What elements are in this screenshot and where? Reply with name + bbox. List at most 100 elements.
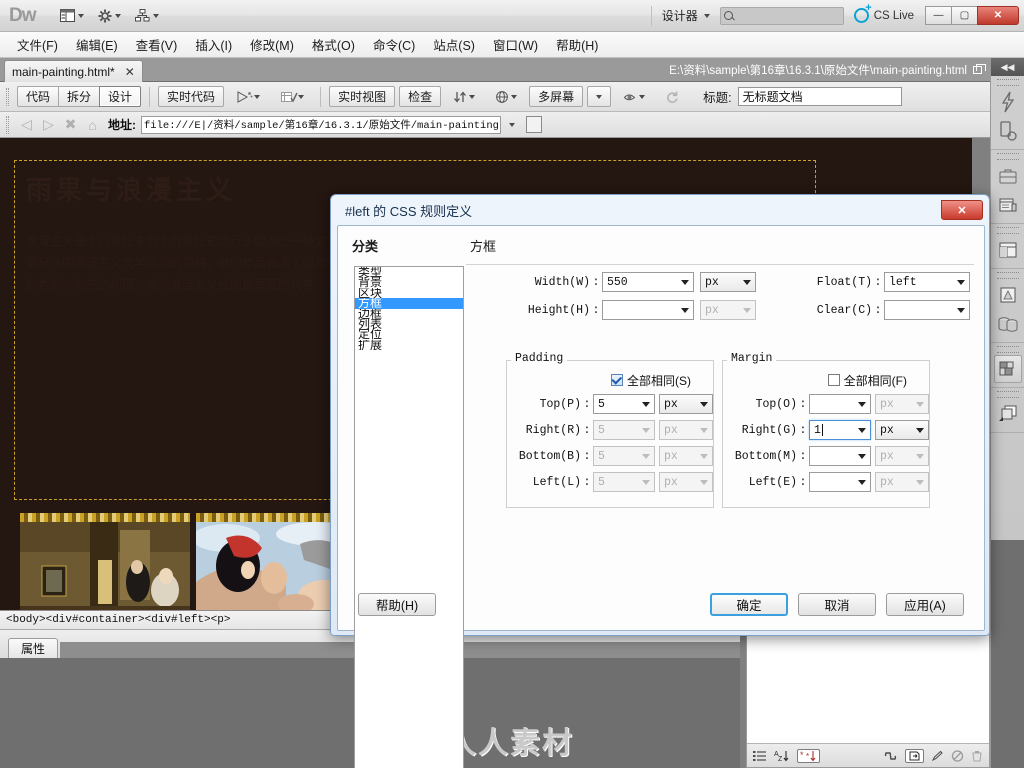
chevron-down-icon[interactable] (676, 301, 693, 319)
float-select[interactable]: left (884, 272, 970, 292)
chevron-down-icon[interactable] (853, 395, 870, 413)
close-icon[interactable]: ✕ (125, 65, 135, 79)
padding-top-unit-select[interactable]: px (659, 394, 713, 414)
chevron-down-icon[interactable] (695, 395, 712, 413)
view-mode-design[interactable]: 设计 (99, 86, 142, 107)
height-unit-select[interactable]: px (700, 300, 756, 320)
width-unit-select[interactable]: px (700, 272, 756, 292)
menu-site[interactable]: 站点(S) (424, 32, 484, 57)
refresh-design-view-button[interactable] (657, 86, 687, 107)
menu-insert[interactable]: 插入(I) (186, 32, 241, 57)
ok-button[interactable]: 确定 (710, 593, 788, 616)
margin-top-input[interactable] (809, 394, 871, 414)
chevron-down-icon[interactable] (509, 122, 515, 127)
device-preview-icon[interactable] (994, 117, 1022, 145)
menu-view[interactable]: 查看(V) (127, 32, 187, 57)
dock-drag-handle[interactable] (996, 391, 1019, 398)
multiscreen-dropdown[interactable] (587, 86, 612, 107)
view-mode-code[interactable]: 代码 (17, 86, 60, 107)
category-item-background[interactable]: 背景 (355, 277, 463, 287)
chevron-down-icon[interactable] (738, 301, 755, 319)
chevron-down-icon[interactable] (853, 473, 870, 491)
address-options-icon[interactable] (526, 116, 542, 133)
chevron-down-icon[interactable] (952, 273, 969, 291)
database-icon[interactable] (994, 310, 1022, 338)
height-input[interactable] (602, 300, 694, 320)
css-styles-icon[interactable] (993, 355, 1022, 383)
restore-window-icon[interactable] (973, 64, 986, 74)
validate-markup-button[interactable] (272, 86, 312, 107)
painting-thumbnail-1[interactable] (20, 504, 190, 610)
category-list[interactable]: 类型 背景 区块 方框 边框 列表 定位 扩展 (354, 266, 464, 768)
briefcase-icon[interactable] (994, 162, 1022, 190)
site-setup-button[interactable] (130, 5, 164, 27)
disable-property-icon[interactable] (951, 749, 964, 762)
home-icon[interactable]: ⌂ (84, 116, 101, 133)
menu-edit[interactable]: 编辑(E) (67, 32, 127, 57)
category-item-block[interactable]: 区块 (355, 288, 463, 298)
back-icon[interactable]: ◁ (18, 116, 35, 133)
clear-select[interactable] (884, 300, 970, 320)
padding-top-input[interactable]: 5 (593, 394, 655, 414)
dock-drag-handle[interactable] (996, 227, 1019, 234)
layout-panel-icon[interactable] (994, 236, 1022, 264)
new-css-rule-icon[interactable] (905, 748, 924, 763)
forward-icon[interactable]: ▷ (40, 116, 57, 133)
category-item-border[interactable]: 边框 (355, 309, 463, 319)
dock-drag-handle[interactable] (996, 346, 1019, 353)
stop-icon[interactable]: ✖ (62, 116, 79, 133)
live-view-button[interactable]: 实时视图 (329, 86, 396, 107)
lightning-icon[interactable] (994, 88, 1022, 116)
edit-rule-icon[interactable] (931, 750, 944, 762)
multiscreen-button[interactable]: 多屏幕 (529, 86, 584, 107)
chevron-down-icon[interactable] (738, 273, 755, 291)
category-item-box[interactable]: 方框 (355, 298, 463, 309)
show-only-set-properties-icon[interactable]: * * (797, 748, 820, 763)
margin-left-input[interactable] (809, 472, 871, 492)
layout-switcher-button[interactable] (55, 5, 89, 27)
margin-same-for-all-checkbox[interactable] (827, 374, 840, 386)
delete-property-icon[interactable] (971, 750, 983, 762)
chevron-down-icon[interactable] (637, 395, 654, 413)
collapse-panels-button[interactable]: ◀◀ (991, 58, 1024, 76)
inspect-button[interactable]: 检查 (399, 86, 442, 107)
chevron-down-icon[interactable] (911, 421, 928, 439)
dock-drag-handle[interactable] (996, 272, 1019, 279)
preview-in-browser-button[interactable] (487, 86, 525, 107)
visual-aids-button[interactable] (615, 86, 653, 107)
page-title-input[interactable]: 无标题文档 (737, 87, 902, 106)
assets-icon[interactable] (994, 400, 1022, 428)
category-item-type[interactable]: 类型 (355, 267, 463, 277)
help-button[interactable]: 帮助(H) (358, 593, 436, 616)
attach-style-sheet-icon[interactable] (883, 750, 898, 762)
files-icon[interactable] (994, 281, 1022, 309)
document-tab[interactable]: main-painting.html* ✕ (4, 60, 143, 82)
cancel-button[interactable]: 取消 (798, 593, 876, 616)
show-list-view-icon[interactable]: A Z (774, 750, 790, 762)
inspect-servers-button[interactable] (228, 86, 268, 107)
extend-dreamweaver-button[interactable] (93, 5, 126, 27)
menu-modify[interactable]: 修改(M) (241, 32, 303, 57)
dock-drag-handle[interactable] (996, 79, 1019, 86)
menu-file[interactable]: 文件(F) (8, 32, 67, 57)
width-input[interactable]: 550 (602, 272, 694, 292)
minimize-button[interactable]: — (925, 6, 952, 25)
menu-commands[interactable]: 命令(C) (364, 32, 424, 57)
cs-live-button[interactable]: CS Live (853, 2, 914, 23)
margin-right-input[interactable]: 1 (809, 420, 871, 440)
menu-window[interactable]: 窗口(W) (484, 32, 547, 57)
file-management-button[interactable] (445, 86, 483, 107)
dialog-close-button[interactable]: ✕ (941, 200, 983, 220)
maximize-button[interactable]: ▢ (951, 6, 978, 25)
chevron-down-icon[interactable] (853, 421, 870, 439)
close-button[interactable]: ✕ (977, 6, 1019, 25)
apply-button[interactable]: 应用(A) (886, 593, 964, 616)
chevron-down-icon[interactable] (676, 273, 693, 291)
view-mode-split[interactable]: 拆分 (58, 86, 101, 107)
category-item-extensions[interactable]: 扩展 (355, 340, 463, 350)
show-category-view-icon[interactable] (753, 750, 767, 762)
menu-format[interactable]: 格式(O) (303, 32, 364, 57)
chevron-down-icon[interactable] (952, 301, 969, 319)
address-input[interactable]: file:///E|/资料/sample/第16章/16.3.1/原始文件/ma… (141, 115, 501, 134)
live-code-button[interactable]: 实时代码 (158, 86, 225, 107)
